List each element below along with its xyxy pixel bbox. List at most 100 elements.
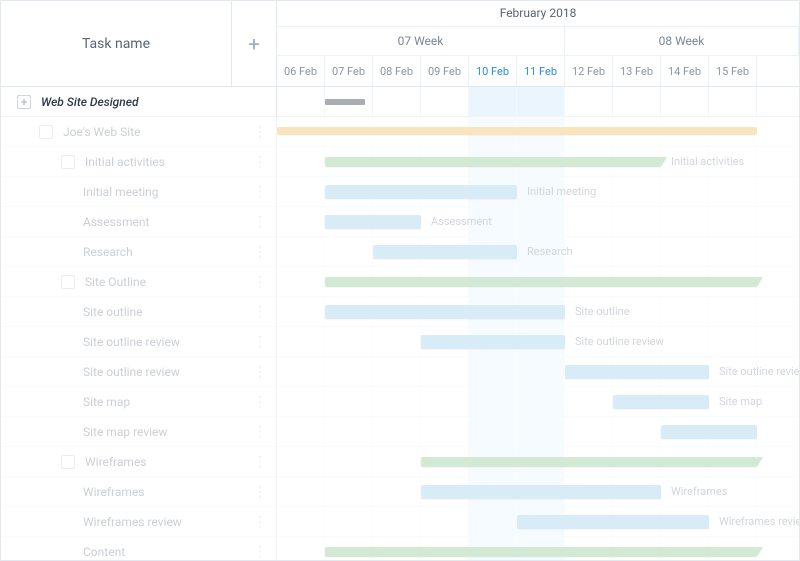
task-label: Research [83,245,252,259]
timeline-row [277,87,799,117]
row-menu-icon[interactable]: ⋮ [252,544,268,560]
timeline-row: Site outline [277,297,799,327]
row-menu-icon[interactable]: ⋮ [252,154,268,170]
row-menu-icon[interactable]: ⋮ [252,514,268,530]
task-checkbox[interactable] [61,275,75,289]
timeline-row: Initial meeting [277,177,799,207]
row-menu-icon[interactable]: ⋮ [252,454,268,470]
task-checkbox[interactable] [61,155,75,169]
task-row[interactable]: Site map⋮ [1,387,276,417]
gantt-task-bar[interactable] [517,515,709,529]
task-row[interactable]: Wireframes⋮ [1,447,276,477]
timeline-row: Wireframes review [277,507,799,537]
gantt-bar-label: Research [527,245,573,258]
timeline-day[interactable]: 15 Feb [709,56,757,86]
task-row[interactable]: Site outline⋮ [1,297,276,327]
row-menu-icon[interactable]: ⋮ [252,244,268,260]
gantt-task-bar[interactable] [565,365,709,379]
gantt-task-bar[interactable] [661,425,757,439]
task-label: Initial activities [85,155,252,169]
gantt-task-bar[interactable] [421,485,661,499]
timeline-day[interactable]: 13 Feb [613,56,661,86]
task-row[interactable]: Site outline review⋮ [1,357,276,387]
timeline-rows[interactable]: Initial activities Initial meeting Assessm… [277,87,799,561]
task-label: Web Site Designed [41,95,268,109]
gantt-bar-label: Initial activities [671,155,744,168]
gantt-bar-label: Site outline review [719,365,799,378]
task-row[interactable]: Site map review⋮ [1,417,276,447]
timeline-weeks: 07 Week08 Week [277,27,799,57]
task-label: Site Outline [85,275,252,289]
timeline-day[interactable]: 11 Feb [517,56,565,86]
timeline-week: 08 Week [565,27,799,56]
task-rows: +Web Site DesignedJoe's Web Site⋮Initial… [1,87,276,561]
gantt-summary-bar[interactable] [325,277,757,287]
row-menu-icon[interactable]: ⋮ [252,424,268,440]
task-checkbox[interactable] [61,455,75,469]
task-label: Site outline review [83,365,252,379]
row-menu-icon[interactable]: ⋮ [252,124,268,140]
task-row[interactable]: Assessment⋮ [1,207,276,237]
timeline-row [277,267,799,297]
task-label: Content [83,545,252,559]
gantt-task-bar[interactable] [613,395,709,409]
timeline-row [277,117,799,147]
gantt-task-bar[interactable] [325,185,517,199]
timeline-row [277,537,799,561]
timeline-row: Site outline review [277,327,799,357]
task-checkbox[interactable] [39,125,53,139]
task-row[interactable]: + Web Site Designed [1,87,276,117]
gantt-task-bar[interactable] [373,245,517,259]
timeline-day[interactable]: 06 Feb [277,56,325,86]
timeline-day[interactable]: 09 Feb [421,56,469,86]
timeline-day[interactable]: 10 Feb [469,56,517,86]
gantt-bar-label: Site outline [575,305,630,318]
gantt-summary-bar[interactable] [325,547,757,557]
task-row[interactable]: Joe's Web Site⋮ [1,117,276,147]
gantt-summary-bar[interactable] [325,157,661,167]
timeline-day[interactable]: 12 Feb [565,56,613,86]
gantt-milestone[interactable] [325,99,365,105]
task-row[interactable]: Research⋮ [1,237,276,267]
timeline-header: February 2018 07 Week08 Week 06 Feb07 Fe… [277,1,799,87]
task-row[interactable]: Initial meeting⋮ [1,177,276,207]
gantt-bar-label: Assessment [431,215,492,228]
gantt-task-bar[interactable] [421,335,565,349]
add-task-button[interactable]: + [232,1,276,86]
timeline-day[interactable]: 08 Feb [373,56,421,86]
expand-icon[interactable]: + [17,95,31,109]
task-list-pane: Task name + + Web Site Designed Joe's Web … [1,1,277,561]
task-row[interactable]: Site outline review⋮ [1,327,276,357]
gantt-bar-label: Site map [719,395,762,408]
gantt-summary-bar[interactable] [421,457,757,467]
gantt-task-bar[interactable] [325,305,565,319]
timeline-day[interactable]: 07 Feb [325,56,373,86]
task-label: Site map [83,395,252,409]
task-row[interactable]: Wireframes review⋮ [1,507,276,537]
row-menu-icon[interactable]: ⋮ [252,304,268,320]
timeline-row [277,417,799,447]
gantt-summary-bar[interactable] [277,127,757,135]
timeline-month: February 2018 [277,1,799,27]
task-label: Site outline review [83,335,252,349]
task-row[interactable]: Site Outline⋮ [1,267,276,297]
task-row[interactable]: Initial activities⋮ [1,147,276,177]
row-menu-icon[interactable]: ⋮ [252,184,268,200]
timeline-row: Wireframes [277,477,799,507]
timeline-day[interactable]: 14 Feb [661,56,709,86]
task-row[interactable]: Wireframes⋮ [1,477,276,507]
row-menu-icon[interactable]: ⋮ [252,274,268,290]
row-menu-icon[interactable]: ⋮ [252,484,268,500]
task-label: Wireframes [85,455,252,469]
task-list-header: Task name + [1,1,276,87]
gantt-task-bar[interactable] [325,215,421,229]
row-menu-icon[interactable]: ⋮ [252,394,268,410]
timeline-row: Site map [277,387,799,417]
row-menu-icon[interactable]: ⋮ [252,214,268,230]
timeline-days: 06 Feb07 Feb08 Feb09 Feb10 Feb11 Feb12 F… [277,56,799,86]
timeline-pane: February 2018 07 Week08 Week 06 Feb07 Fe… [277,1,799,561]
row-menu-icon[interactable]: ⋮ [252,364,268,380]
task-row[interactable]: Content⋮ [1,537,276,561]
timeline-row [277,447,799,477]
row-menu-icon[interactable]: ⋮ [252,334,268,350]
